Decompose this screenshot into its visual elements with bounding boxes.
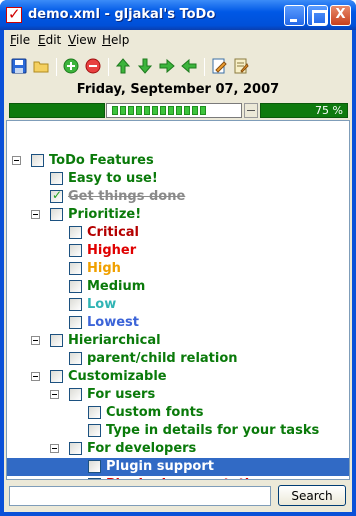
tree-row[interactable]: Customizable <box>7 368 349 386</box>
outdent-icon[interactable] <box>180 58 198 76</box>
task-label: Hieriarchical <box>68 333 161 348</box>
task-label: Medium <box>87 279 146 294</box>
task-label: High <box>87 261 121 276</box>
menu-help[interactable]: Help <box>102 33 129 47</box>
task-label: Type in details for your tasks <box>106 423 320 438</box>
search-input[interactable] <box>9 486 271 506</box>
menu-edit[interactable]: Edit <box>38 33 61 47</box>
indent-icon[interactable] <box>158 58 176 76</box>
collapse-toggle-icon[interactable] <box>12 156 21 165</box>
tree-row[interactable]: Low <box>7 296 349 314</box>
task-checkbox[interactable] <box>69 298 82 311</box>
window-title: demo.xml - gljakal's ToDo <box>28 7 216 22</box>
task-checkbox[interactable] <box>69 316 82 329</box>
move-down-icon[interactable] <box>136 58 154 76</box>
task-label: Lowest <box>87 315 139 330</box>
menu-view[interactable]: View <box>68 33 96 47</box>
tree-row[interactable]: For users <box>7 386 349 404</box>
tree-row[interactable]: Easy to use! <box>7 170 349 188</box>
app-checkmark-icon <box>6 5 22 23</box>
collapse-toggle-icon[interactable] <box>31 210 40 219</box>
properties-icon[interactable] <box>232 58 250 76</box>
move-up-icon[interactable] <box>114 58 132 76</box>
task-checkbox[interactable] <box>50 370 63 383</box>
tree-row[interactable]: Higher <box>7 242 349 260</box>
tree-row[interactable]: Plugin support <box>7 458 349 476</box>
task-label: Prioritize! <box>68 207 142 222</box>
menu-file[interactable]: File <box>10 33 30 47</box>
task-label: Custom fonts <box>106 405 204 420</box>
remove-icon[interactable] <box>84 58 102 76</box>
maximize-button[interactable] <box>307 5 328 26</box>
tree-row[interactable]: For developers <box>7 440 349 458</box>
task-checkbox[interactable] <box>31 154 44 167</box>
task-checkbox[interactable] <box>50 188 63 203</box>
client-area: File Edit View Help Friday, September 07… <box>4 30 352 512</box>
task-label: ToDo Features <box>49 153 154 168</box>
close-button[interactable]: X <box>330 5 351 26</box>
task-checkbox[interactable] <box>69 388 82 401</box>
progress-spin-control[interactable] <box>244 103 258 118</box>
tree-row[interactable]: Critical <box>7 224 349 242</box>
tree-row[interactable]: Custom fonts <box>7 404 349 422</box>
task-checkbox[interactable] <box>50 208 63 221</box>
current-date: Friday, September 07, 2007 <box>76 82 280 97</box>
collapse-toggle-icon[interactable] <box>50 390 59 399</box>
tree-row[interactable]: Hieriarchical <box>7 332 349 350</box>
open-folder-icon[interactable] <box>32 58 50 76</box>
add-icon[interactable] <box>62 58 80 76</box>
tree-row[interactable]: Type in details for your tasks <box>7 422 349 440</box>
task-checkbox[interactable] <box>88 406 101 419</box>
menu-bar: File Edit View Help <box>4 30 352 50</box>
task-checkbox[interactable] <box>69 442 82 455</box>
toolbar <box>4 52 352 82</box>
tree-row[interactable]: Lowest <box>7 314 349 332</box>
tree-row[interactable]: Get things done <box>7 188 349 206</box>
progress-percent: 75 % <box>260 103 348 118</box>
collapse-toggle-icon[interactable] <box>31 372 40 381</box>
task-checkbox[interactable] <box>69 262 82 275</box>
tree-row[interactable]: parent/child relation <box>7 350 349 368</box>
title-bar[interactable]: demo.xml - gljakal's ToDo X <box>0 0 356 30</box>
task-checkbox[interactable] <box>69 352 82 365</box>
task-label: parent/child relation <box>87 351 238 366</box>
task-checkbox[interactable] <box>50 334 63 347</box>
task-checkbox[interactable] <box>69 226 82 239</box>
search-button[interactable]: Search <box>278 485 346 506</box>
progress-bar-left <box>9 103 105 118</box>
tree-row[interactable]: Prioritize! <box>7 206 349 224</box>
task-checkbox[interactable] <box>88 424 101 437</box>
task-label: Easy to use! <box>68 171 158 186</box>
tree-row[interactable]: Medium <box>7 278 349 296</box>
collapse-toggle-icon[interactable] <box>31 336 40 345</box>
task-label: Get things done <box>68 189 186 204</box>
minimize-button[interactable] <box>284 5 305 26</box>
collapse-toggle-icon[interactable] <box>50 444 59 453</box>
task-label: For developers <box>87 441 197 456</box>
edit-icon[interactable] <box>210 58 228 76</box>
task-label: Critical <box>87 225 140 240</box>
tree-row[interactable]: High <box>7 260 349 278</box>
task-label: Higher <box>87 243 137 258</box>
task-checkbox[interactable] <box>69 244 82 257</box>
task-label: Customizable <box>68 369 167 384</box>
task-checkbox[interactable] <box>50 172 63 185</box>
save-icon[interactable] <box>10 58 28 76</box>
task-checkbox[interactable] <box>69 280 82 293</box>
task-label: Low <box>87 297 117 312</box>
task-label: For users <box>87 387 156 402</box>
task-checkbox[interactable] <box>88 460 101 473</box>
progress-slider[interactable] <box>106 103 242 118</box>
task-tree[interactable]: ToDo Features Easy to use! Get things done… <box>6 120 350 480</box>
app-window: demo.xml - gljakal's ToDo X File Edit Vi… <box>0 0 356 516</box>
tree-row[interactable]: ToDo Features <box>7 152 349 170</box>
task-label: Plugin support <box>106 459 214 474</box>
search-bar: Search <box>4 480 352 512</box>
